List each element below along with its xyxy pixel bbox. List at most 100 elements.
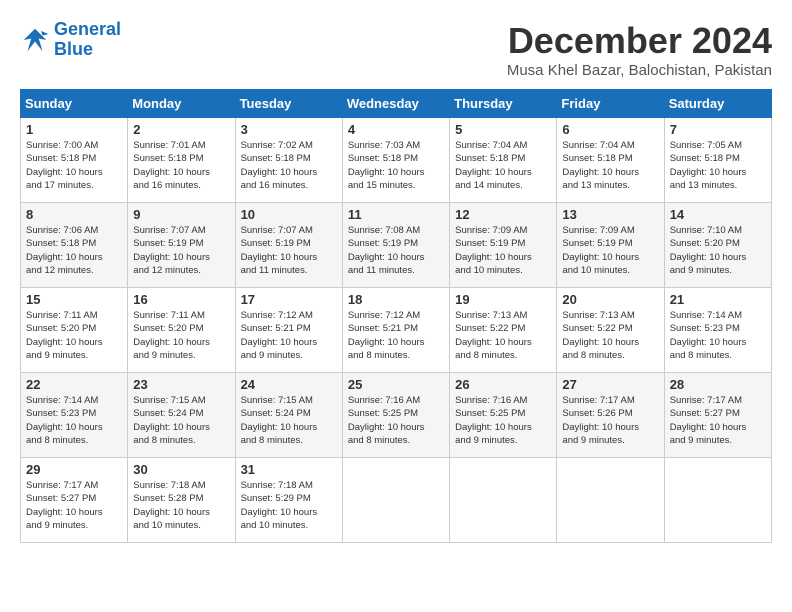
day-number: 11: [348, 207, 444, 222]
day-info: Sunrise: 7:12 AM Sunset: 5:21 PM Dayligh…: [241, 309, 337, 362]
day-number: 23: [133, 377, 229, 392]
day-number: 31: [241, 462, 337, 477]
day-info: Sunrise: 7:02 AM Sunset: 5:18 PM Dayligh…: [241, 139, 337, 192]
calendar-cell: 23 Sunrise: 7:15 AM Sunset: 5:24 PM Dayli…: [128, 373, 235, 458]
calendar-cell: 9 Sunrise: 7:07 AM Sunset: 5:19 PM Daylig…: [128, 203, 235, 288]
weekday-header-friday: Friday: [557, 90, 664, 118]
day-info: Sunrise: 7:17 AM Sunset: 5:27 PM Dayligh…: [26, 479, 122, 532]
calendar-cell: 5 Sunrise: 7:04 AM Sunset: 5:18 PM Daylig…: [450, 118, 557, 203]
day-number: 25: [348, 377, 444, 392]
calendar-cell: 16Sunrise: 7:11 AM Sunset: 5:20 PM Dayli…: [128, 288, 235, 373]
day-info: Sunrise: 7:08 AM Sunset: 5:19 PM Dayligh…: [348, 224, 444, 277]
logo: General Blue: [20, 20, 121, 60]
calendar-cell: 17 Sunrise: 7:12 AM Sunset: 5:21 PM Dayli…: [235, 288, 342, 373]
page-header: General Blue December 2024 Musa Khel Baz…: [20, 20, 772, 79]
day-number: 16: [133, 292, 229, 307]
month-title: December 2024: [507, 20, 772, 62]
day-number: 29: [26, 462, 122, 477]
logo-text: General Blue: [54, 20, 121, 60]
calendar-cell: [664, 458, 771, 543]
calendar-cell: 8Sunrise: 7:06 AM Sunset: 5:18 PM Daylig…: [21, 203, 128, 288]
calendar-week-5: 29 Sunrise: 7:17 AM Sunset: 5:27 PM Dayli…: [21, 458, 772, 543]
day-number: 9: [133, 207, 229, 222]
day-info: Sunrise: 7:17 AM Sunset: 5:27 PM Dayligh…: [670, 394, 766, 447]
day-info: Sunrise: 7:04 AM Sunset: 5:18 PM Dayligh…: [455, 139, 551, 192]
day-info: Sunrise: 7:13 AM Sunset: 5:22 PM Dayligh…: [455, 309, 551, 362]
day-info: Sunrise: 7:17 AM Sunset: 5:26 PM Dayligh…: [562, 394, 658, 447]
day-number: 6: [562, 122, 658, 137]
calendar-cell: 7 Sunrise: 7:05 AM Sunset: 5:18 PM Daylig…: [664, 118, 771, 203]
day-number: 28: [670, 377, 766, 392]
calendar-table: SundayMondayTuesdayWednesdayThursdayFrid…: [20, 89, 772, 543]
weekday-header-row: SundayMondayTuesdayWednesdayThursdayFrid…: [21, 90, 772, 118]
calendar-cell: 6 Sunrise: 7:04 AM Sunset: 5:18 PM Daylig…: [557, 118, 664, 203]
day-info: Sunrise: 7:11 AM Sunset: 5:20 PM Dayligh…: [26, 309, 122, 362]
calendar-cell: 19 Sunrise: 7:13 AM Sunset: 5:22 PM Dayli…: [450, 288, 557, 373]
day-info: Sunrise: 7:07 AM Sunset: 5:19 PM Dayligh…: [241, 224, 337, 277]
day-number: 1: [26, 122, 122, 137]
calendar-body: 1 Sunrise: 7:00 AM Sunset: 5:18 PM Daylig…: [21, 118, 772, 543]
calendar-cell: 15Sunrise: 7:11 AM Sunset: 5:20 PM Dayli…: [21, 288, 128, 373]
day-info: Sunrise: 7:15 AM Sunset: 5:24 PM Dayligh…: [133, 394, 229, 447]
calendar-week-3: 15Sunrise: 7:11 AM Sunset: 5:20 PM Dayli…: [21, 288, 772, 373]
day-number: 26: [455, 377, 551, 392]
calendar-cell: 18 Sunrise: 7:12 AM Sunset: 5:21 PM Dayli…: [342, 288, 449, 373]
location-subtitle: Musa Khel Bazar, Balochistan, Pakistan: [507, 62, 772, 79]
calendar-cell: 10 Sunrise: 7:07 AM Sunset: 5:19 PM Dayli…: [235, 203, 342, 288]
day-number: 17: [241, 292, 337, 307]
calendar-week-4: 22 Sunrise: 7:14 AM Sunset: 5:23 PM Dayli…: [21, 373, 772, 458]
day-number: 20: [562, 292, 658, 307]
calendar-cell: 13Sunrise: 7:09 AM Sunset: 5:19 PM Dayli…: [557, 203, 664, 288]
calendar-cell: 20 Sunrise: 7:13 AM Sunset: 5:22 PM Dayli…: [557, 288, 664, 373]
day-number: 5: [455, 122, 551, 137]
day-info: Sunrise: 7:13 AM Sunset: 5:22 PM Dayligh…: [562, 309, 658, 362]
calendar-cell: 24Sunrise: 7:15 AM Sunset: 5:24 PM Dayli…: [235, 373, 342, 458]
day-info: Sunrise: 7:14 AM Sunset: 5:23 PM Dayligh…: [670, 309, 766, 362]
calendar-cell: 1 Sunrise: 7:00 AM Sunset: 5:18 PM Daylig…: [21, 118, 128, 203]
day-number: 12: [455, 207, 551, 222]
weekday-header-wednesday: Wednesday: [342, 90, 449, 118]
day-info: Sunrise: 7:10 AM Sunset: 5:20 PM Dayligh…: [670, 224, 766, 277]
day-number: 14: [670, 207, 766, 222]
calendar-cell: 2Sunrise: 7:01 AM Sunset: 5:18 PM Daylig…: [128, 118, 235, 203]
calendar-week-2: 8Sunrise: 7:06 AM Sunset: 5:18 PM Daylig…: [21, 203, 772, 288]
calendar-cell: 12Sunrise: 7:09 AM Sunset: 5:19 PM Dayli…: [450, 203, 557, 288]
weekday-header-thursday: Thursday: [450, 90, 557, 118]
calendar-cell: 21 Sunrise: 7:14 AM Sunset: 5:23 PM Dayli…: [664, 288, 771, 373]
calendar-cell: 11 Sunrise: 7:08 AM Sunset: 5:19 PM Dayli…: [342, 203, 449, 288]
day-number: 10: [241, 207, 337, 222]
calendar-cell: 28 Sunrise: 7:17 AM Sunset: 5:27 PM Dayli…: [664, 373, 771, 458]
day-number: 18: [348, 292, 444, 307]
calendar-cell: 4Sunrise: 7:03 AM Sunset: 5:18 PM Daylig…: [342, 118, 449, 203]
day-info: Sunrise: 7:07 AM Sunset: 5:19 PM Dayligh…: [133, 224, 229, 277]
day-info: Sunrise: 7:00 AM Sunset: 5:18 PM Dayligh…: [26, 139, 122, 192]
day-number: 22: [26, 377, 122, 392]
day-info: Sunrise: 7:04 AM Sunset: 5:18 PM Dayligh…: [562, 139, 658, 192]
calendar-cell: [557, 458, 664, 543]
day-info: Sunrise: 7:12 AM Sunset: 5:21 PM Dayligh…: [348, 309, 444, 362]
calendar-cell: 31 Sunrise: 7:18 AM Sunset: 5:29 PM Dayli…: [235, 458, 342, 543]
calendar-cell: 14 Sunrise: 7:10 AM Sunset: 5:20 PM Dayli…: [664, 203, 771, 288]
day-info: Sunrise: 7:18 AM Sunset: 5:29 PM Dayligh…: [241, 479, 337, 532]
day-info: Sunrise: 7:01 AM Sunset: 5:18 PM Dayligh…: [133, 139, 229, 192]
weekday-header-sunday: Sunday: [21, 90, 128, 118]
calendar-cell: 26Sunrise: 7:16 AM Sunset: 5:25 PM Dayli…: [450, 373, 557, 458]
day-info: Sunrise: 7:14 AM Sunset: 5:23 PM Dayligh…: [26, 394, 122, 447]
calendar-cell: [450, 458, 557, 543]
calendar-cell: 30Sunrise: 7:18 AM Sunset: 5:28 PM Dayli…: [128, 458, 235, 543]
calendar-week-1: 1 Sunrise: 7:00 AM Sunset: 5:18 PM Daylig…: [21, 118, 772, 203]
day-number: 19: [455, 292, 551, 307]
day-number: 21: [670, 292, 766, 307]
calendar-cell: 29 Sunrise: 7:17 AM Sunset: 5:27 PM Dayli…: [21, 458, 128, 543]
day-number: 7: [670, 122, 766, 137]
calendar-cell: 3Sunrise: 7:02 AM Sunset: 5:18 PM Daylig…: [235, 118, 342, 203]
title-section: December 2024 Musa Khel Bazar, Balochist…: [507, 20, 772, 79]
day-info: Sunrise: 7:15 AM Sunset: 5:24 PM Dayligh…: [241, 394, 337, 447]
day-info: Sunrise: 7:05 AM Sunset: 5:18 PM Dayligh…: [670, 139, 766, 192]
logo-general: General: [54, 19, 121, 39]
day-info: Sunrise: 7:09 AM Sunset: 5:19 PM Dayligh…: [562, 224, 658, 277]
day-number: 27: [562, 377, 658, 392]
calendar-cell: [342, 458, 449, 543]
calendar-cell: 25 Sunrise: 7:16 AM Sunset: 5:25 PM Dayli…: [342, 373, 449, 458]
day-info: Sunrise: 7:16 AM Sunset: 5:25 PM Dayligh…: [348, 394, 444, 447]
